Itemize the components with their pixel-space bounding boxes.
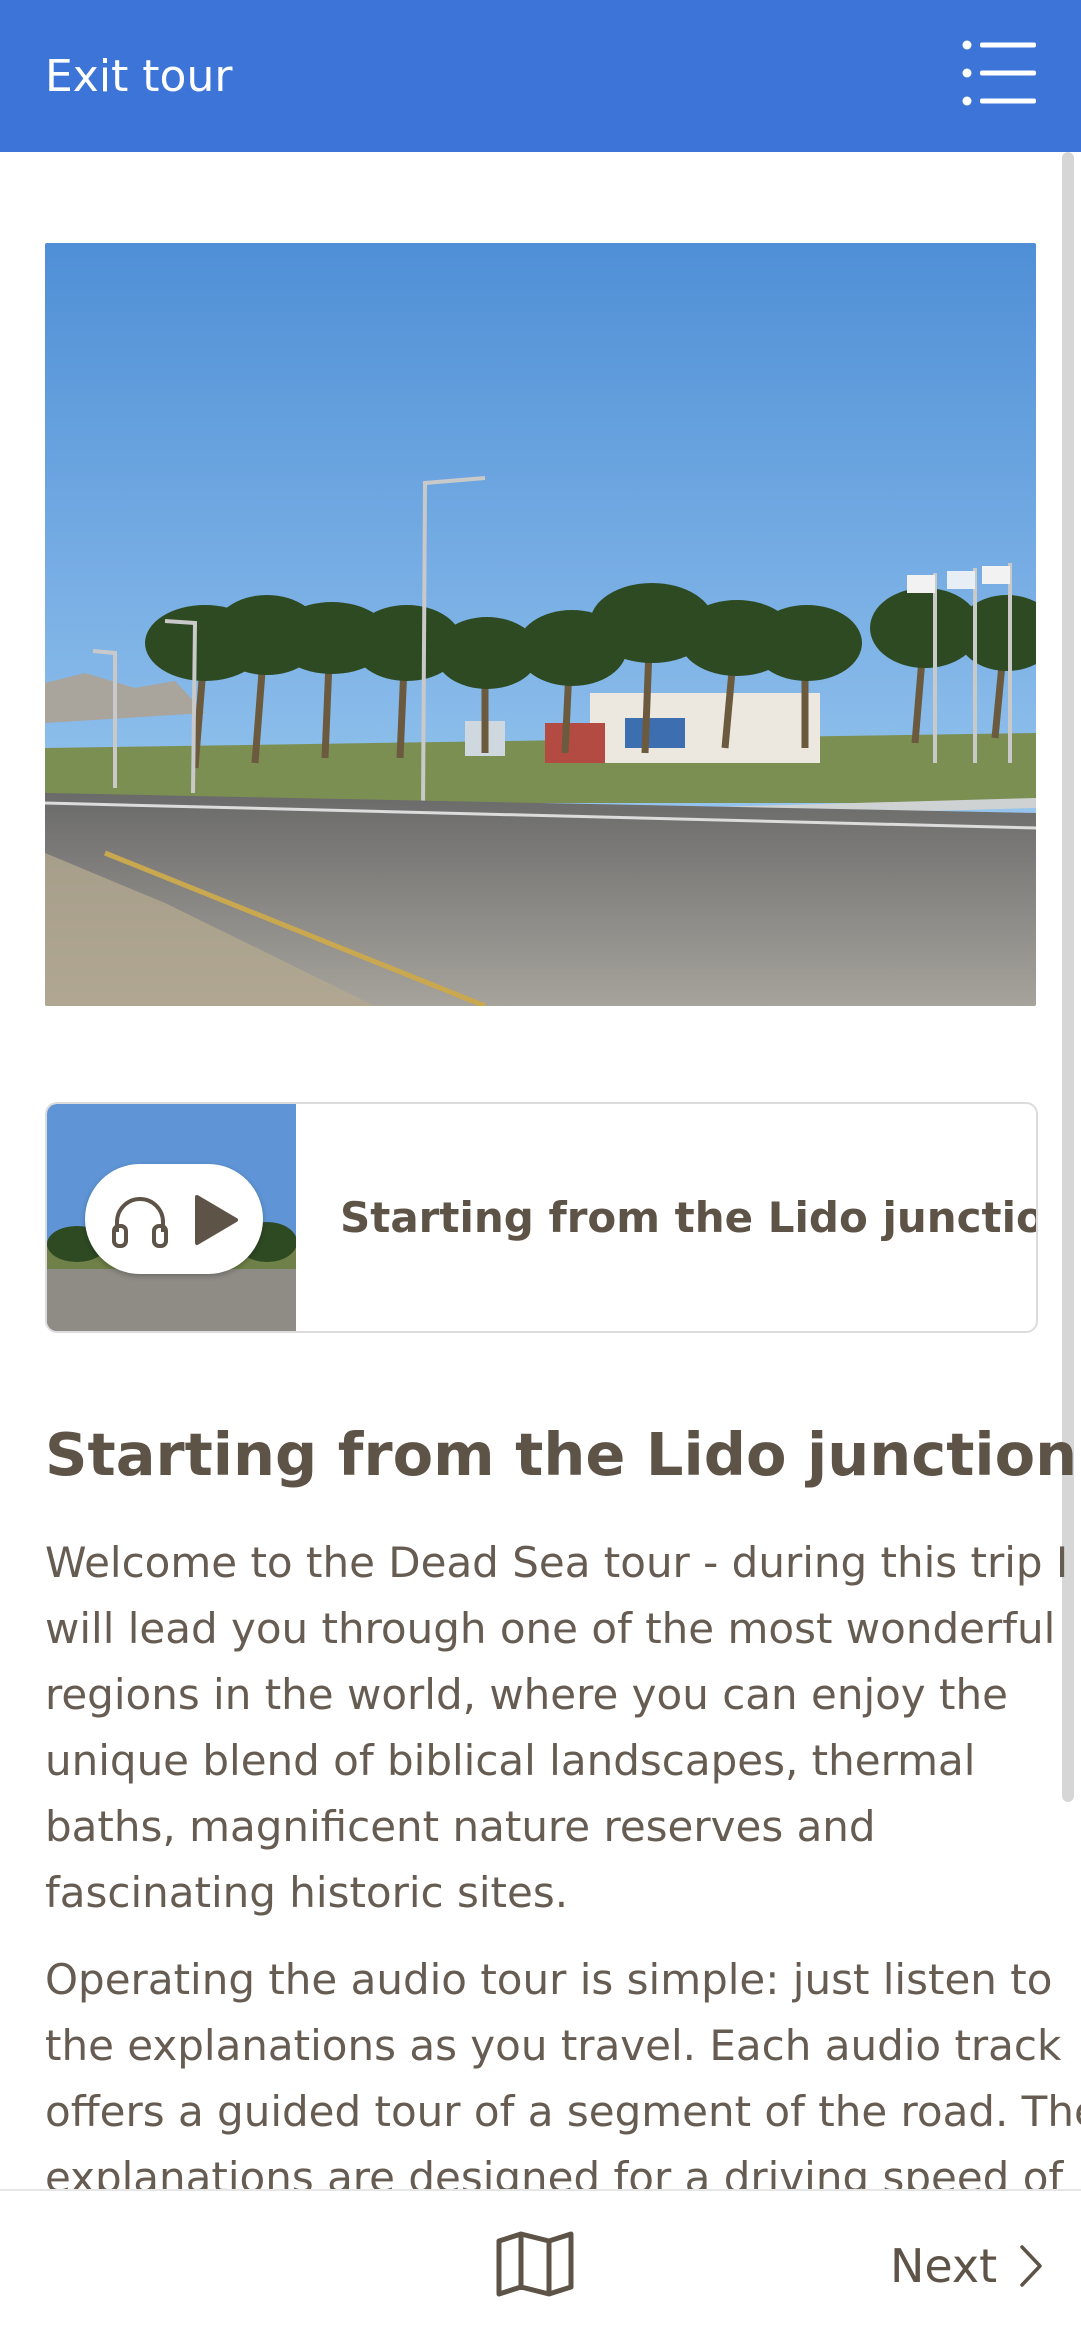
track-title: Starting from the Lido junction (340, 1193, 1038, 1242)
chevron-right-icon (1020, 2245, 1042, 2287)
next-button[interactable]: Next (890, 2231, 1043, 2301)
headphones-icon (112, 1197, 168, 1248)
exit-tour-button[interactable]: Exit tour (45, 44, 232, 108)
track-thumbnail (47, 1104, 296, 1331)
list-menu-icon[interactable] (962, 40, 1038, 106)
bottom-nav-bar: Next (0, 2189, 1081, 2342)
paragraph-line: regions in the world, where you can enjo… (45, 1670, 1008, 1719)
paragraph-line: the explanations as you travel. Each aud… (45, 2021, 1062, 2070)
paragraph-line: unique blend of biblical landscapes, the… (45, 1736, 976, 1785)
paragraph-line: baths, magnificent nature reserves and (45, 1802, 876, 1851)
paragraph-line: offers a guided tour of a segment of the… (45, 2087, 1081, 2136)
next-label: Next (890, 2239, 998, 2293)
paragraph-line: will lead you through one of the most wo… (45, 1604, 1056, 1653)
play-icon (195, 1195, 238, 1245)
paragraph-line: fascinating historic sites. (45, 1868, 569, 1917)
top-app-bar: Exit tour (0, 0, 1081, 152)
page-title: Starting from the Lido junction (45, 1420, 1078, 1489)
paragraph-line: Welcome to the Dead Sea tour - during th… (45, 1538, 1069, 1587)
map-icon[interactable] (495, 2231, 575, 2297)
audio-play-control[interactable] (85, 1164, 263, 1274)
intro-paragraph: Welcome to the Dead Sea tour - during th… (45, 1530, 1069, 1926)
hero-photo (45, 243, 1036, 1006)
paragraph-line: Operating the audio tour is simple: just… (45, 1955, 1053, 2004)
audio-track-card[interactable]: Starting from the Lido junction (45, 1102, 1038, 1333)
instructions-paragraph: Operating the audio tour is simple: just… (45, 1947, 1081, 2211)
